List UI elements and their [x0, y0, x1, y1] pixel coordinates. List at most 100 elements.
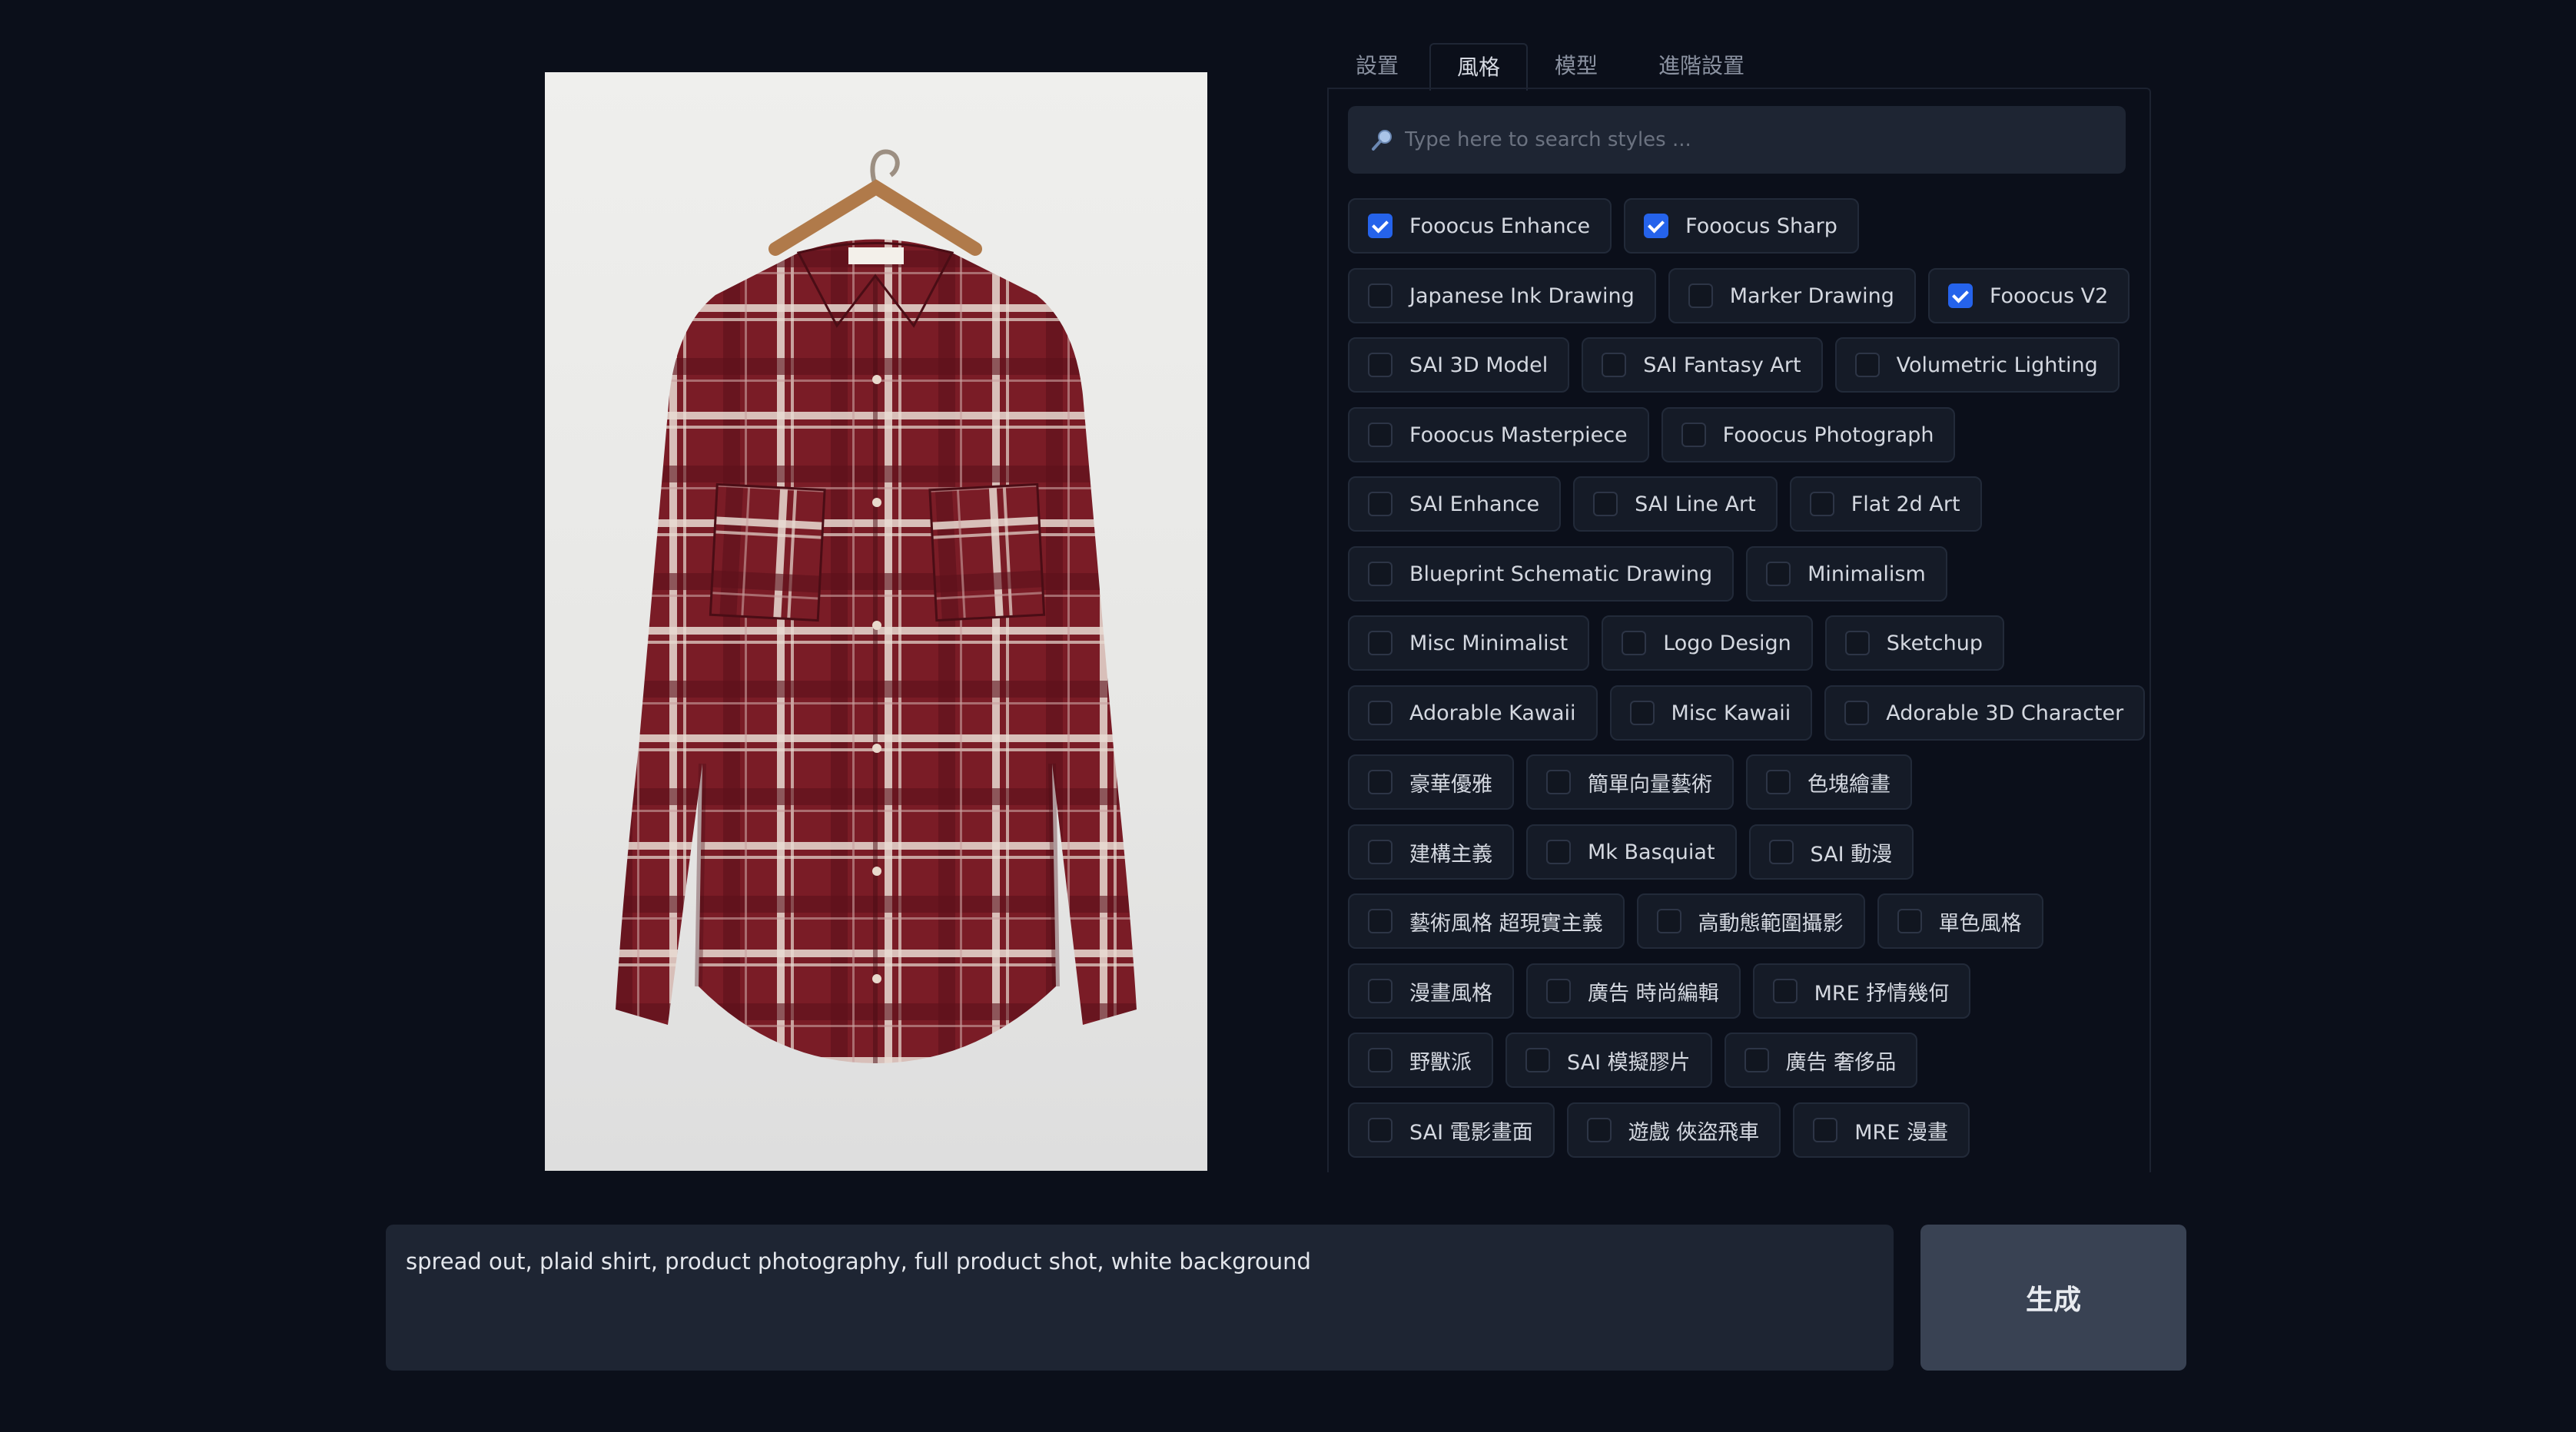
- style-label: Fooocus Masterpiece: [1409, 423, 1628, 447]
- style-option[interactable]: Adorable 3D Character: [1824, 685, 2146, 741]
- style-option[interactable]: SAI 模擬膠片: [1505, 1033, 1712, 1088]
- style-option[interactable]: Fooocus Masterpiece: [1348, 407, 1649, 462]
- style-checkbox[interactable]: [1368, 909, 1393, 933]
- style-option[interactable]: Japanese Ink Drawing: [1348, 268, 1656, 323]
- style-option[interactable]: 單色風格: [1877, 893, 2043, 949]
- style-label: SAI 3D Model: [1409, 353, 1549, 377]
- style-checkbox[interactable]: [1844, 631, 1870, 655]
- tab-advanced[interactable]: 進階設置: [1640, 43, 1763, 89]
- style-checkbox[interactable]: [1546, 840, 1571, 864]
- style-option[interactable]: 高動態範圍攝影: [1636, 893, 1865, 949]
- style-checkbox[interactable]: [1546, 770, 1571, 794]
- style-option[interactable]: SAI 動漫: [1748, 824, 1914, 880]
- style-option[interactable]: 豪華優雅: [1348, 754, 1514, 810]
- style-option[interactable]: 建構主義: [1348, 824, 1514, 880]
- style-option[interactable]: Logo Design: [1602, 615, 1813, 671]
- style-checkbox[interactable]: [1586, 1118, 1612, 1142]
- style-option[interactable]: Fooocus Photograph: [1661, 407, 1956, 462]
- style-checkbox[interactable]: [1593, 492, 1618, 516]
- style-checkbox[interactable]: [1813, 1118, 1838, 1142]
- style-checkbox[interactable]: [1368, 770, 1393, 794]
- style-option[interactable]: MRE 抒情幾何: [1752, 963, 1971, 1019]
- style-checkbox[interactable]: [1368, 1118, 1393, 1142]
- style-label: Japanese Ink Drawing: [1409, 283, 1635, 308]
- style-option[interactable]: 廣告 奢侈品: [1724, 1033, 1918, 1088]
- style-checkbox[interactable]: [1546, 979, 1571, 1003]
- style-label: Misc Minimalist: [1409, 631, 1569, 655]
- style-checkbox[interactable]: [1622, 631, 1647, 655]
- style-checkbox[interactable]: [1368, 214, 1393, 238]
- style-option[interactable]: Marker Drawing: [1668, 268, 1916, 323]
- style-checkbox[interactable]: [1854, 353, 1880, 377]
- style-checkbox[interactable]: [1602, 353, 1627, 377]
- style-checkbox[interactable]: [1368, 423, 1393, 447]
- style-checkbox[interactable]: [1766, 562, 1791, 586]
- style-checkbox[interactable]: [1368, 840, 1393, 864]
- style-option[interactable]: Mk Basquiat: [1526, 824, 1737, 880]
- style-label: MRE 抒情幾何: [1814, 981, 1950, 1006]
- style-option[interactable]: Sketchup: [1824, 615, 2004, 671]
- style-option[interactable]: Adorable Kawaii: [1348, 685, 1598, 741]
- generate-button[interactable]: 生成: [1920, 1225, 2186, 1371]
- style-option[interactable]: SAI 電影畫面: [1348, 1102, 1555, 1158]
- style-option[interactable]: MRE 漫畫: [1793, 1102, 1970, 1158]
- style-option[interactable]: 野獸派: [1348, 1033, 1493, 1088]
- style-label: 豪華優雅: [1409, 772, 1492, 797]
- style-row: Adorable Kawaii Misc Kawaii Adorable 3D Ch…: [1348, 685, 2146, 741]
- style-checkbox[interactable]: [1368, 492, 1393, 516]
- style-option[interactable]: Fooocus V2: [1927, 268, 2130, 323]
- style-checkbox[interactable]: [1656, 909, 1681, 933]
- style-checkbox[interactable]: [1368, 631, 1393, 655]
- style-option[interactable]: Minimalism: [1746, 546, 1947, 602]
- style-search-input[interactable]: [1403, 128, 2126, 152]
- style-option[interactable]: 色塊繪畫: [1746, 754, 1912, 810]
- style-checkbox[interactable]: [1681, 423, 1706, 447]
- style-option[interactable]: Fooocus Sharp: [1624, 198, 1859, 254]
- style-checkbox[interactable]: [1809, 492, 1834, 516]
- style-option[interactable]: Flat 2d Art: [1789, 476, 1982, 532]
- style-label: Sketchup: [1886, 631, 1983, 655]
- style-checkbox[interactable]: [1844, 701, 1870, 725]
- style-checkbox[interactable]: [1368, 283, 1393, 308]
- style-checkbox[interactable]: [1947, 283, 1973, 308]
- style-search-box[interactable]: [1348, 106, 2126, 174]
- style-option[interactable]: Misc Minimalist: [1348, 615, 1590, 671]
- style-checkbox[interactable]: [1744, 1048, 1769, 1072]
- tab-settings[interactable]: 設置: [1340, 43, 1414, 89]
- style-checkbox[interactable]: [1368, 353, 1393, 377]
- style-label: Fooocus Photograph: [1722, 423, 1934, 447]
- style-checkbox[interactable]: [1368, 979, 1393, 1003]
- style-option[interactable]: 簡單向量藝術: [1526, 754, 1734, 810]
- style-checkbox[interactable]: [1772, 979, 1798, 1003]
- style-checkbox[interactable]: [1688, 283, 1713, 308]
- style-checkbox[interactable]: [1897, 909, 1922, 933]
- style-checkbox[interactable]: [1766, 770, 1791, 794]
- style-checkbox[interactable]: [1368, 1048, 1393, 1072]
- style-checkbox[interactable]: [1644, 214, 1669, 238]
- style-option[interactable]: SAI Line Art: [1573, 476, 1778, 532]
- tab-models[interactable]: 模型: [1534, 43, 1618, 89]
- style-checkbox[interactable]: [1525, 1048, 1550, 1072]
- style-option[interactable]: Misc Kawaii: [1609, 685, 1813, 741]
- style-checkbox[interactable]: [1629, 701, 1655, 725]
- style-option[interactable]: 遊戲 俠盜飛車: [1566, 1102, 1781, 1158]
- style-option[interactable]: 藝術風格 超現實主義: [1348, 893, 1625, 949]
- style-option[interactable]: Blueprint Schematic Drawing: [1348, 546, 1734, 602]
- style-option[interactable]: Volumetric Lighting: [1834, 337, 2120, 393]
- style-checkbox[interactable]: [1368, 562, 1393, 586]
- style-option[interactable]: SAI 3D Model: [1348, 337, 1570, 393]
- search-icon: [1372, 130, 1392, 151]
- style-option[interactable]: Fooocus Enhance: [1348, 198, 1612, 254]
- style-option[interactable]: 漫畫風格: [1348, 963, 1514, 1019]
- style-label: 野獸派: [1409, 1050, 1472, 1075]
- style-label: Adorable Kawaii: [1409, 701, 1576, 725]
- style-option[interactable]: SAI Enhance: [1348, 476, 1562, 532]
- style-checkbox[interactable]: [1768, 840, 1794, 864]
- tab-styles[interactable]: 風格: [1429, 43, 1528, 91]
- style-option[interactable]: 廣告 時尚編輯: [1526, 963, 1741, 1019]
- style-checkbox[interactable]: [1368, 701, 1393, 725]
- prompt-input[interactable]: spread out, plaid shirt, product photogr…: [386, 1225, 1894, 1371]
- style-option[interactable]: SAI Fantasy Art: [1582, 337, 1823, 393]
- generated-image-preview: [545, 72, 1207, 1171]
- style-row: 豪華優雅 簡單向量藝術 色塊繪畫: [1348, 754, 1912, 810]
